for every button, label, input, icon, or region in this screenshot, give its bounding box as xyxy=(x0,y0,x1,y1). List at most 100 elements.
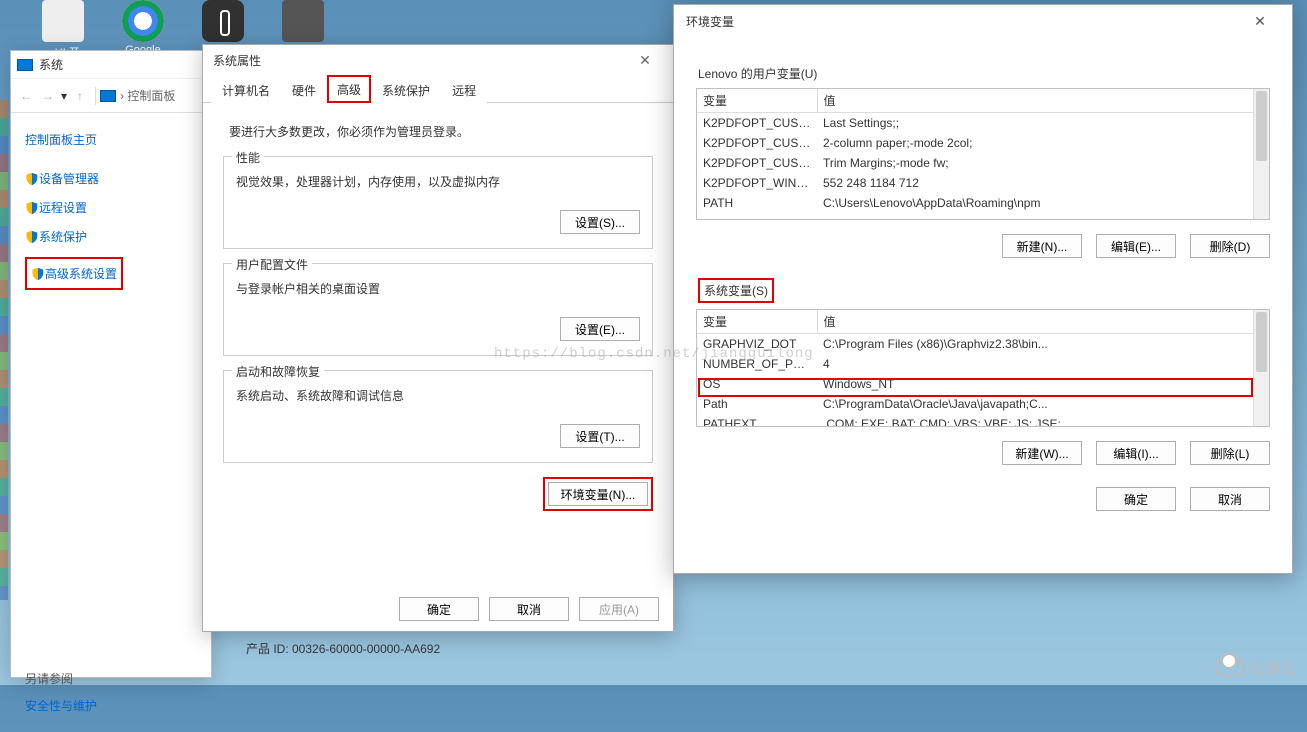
window-title: 系统 xyxy=(39,56,63,73)
tab-computer-name[interactable]: 计算机名 xyxy=(211,76,281,103)
see-also-title: 另请参阅 xyxy=(25,670,197,687)
dialog-title: 环境变量 xyxy=(686,13,734,30)
env-vars-dialog: 环境变量 ✕ Lenovo 的用户变量(U) 变量 值 K2PDFOPT_CUS… xyxy=(673,4,1293,574)
system-properties-dialog: 系统属性 ✕ 计算机名 硬件 高级 系统保护 远程 要进行大多数更改，你必须作为… xyxy=(202,44,674,632)
titlebar[interactable]: 系统属性 ✕ xyxy=(203,45,673,75)
cloud-icon xyxy=(1215,658,1245,676)
tab-advanced[interactable]: 高级 xyxy=(327,75,371,103)
dialog-title: 系统属性 xyxy=(213,52,261,69)
yisu-label: 亿速云 xyxy=(1249,655,1297,679)
titlebar[interactable]: 系统 xyxy=(11,51,211,79)
forward-arrow-icon[interactable]: → xyxy=(37,89,59,103)
app-icon xyxy=(42,0,84,42)
table-row[interactable]: PATHC:\Users\Lenovo\AppData\Roaming\npm xyxy=(697,193,1269,213)
cell-val: C:\Program Files (x86)\Graphviz2.38\bin.… xyxy=(817,334,1269,355)
watermark-text: https://blog.csdn.net/jiangguilong xyxy=(494,346,814,362)
cell-val: C:\ProgramData\Oracle\Java\javapath;C... xyxy=(817,394,1269,414)
fieldset-desc: 系统启动、系统故障和调试信息 xyxy=(236,387,640,404)
sidebar-item-label: 远程设置 xyxy=(39,199,87,216)
explorer-nav: ← → ▾ ↑ › 控制面板 xyxy=(11,79,211,113)
yisu-logo: 亿速云 xyxy=(1215,655,1297,679)
control-panel-home-link[interactable]: 控制面板主页 xyxy=(25,131,197,148)
desktop-left-strip xyxy=(0,100,8,600)
breadcrumb[interactable]: › 控制面板 xyxy=(120,87,175,104)
col-variable[interactable]: 变量 xyxy=(697,310,817,334)
profile-settings-button[interactable]: 设置(E)... xyxy=(560,317,640,341)
security-maintenance-link[interactable]: 安全性与维护 xyxy=(25,697,197,714)
scrollbar[interactable] xyxy=(1253,89,1269,219)
sidebar-item-device-manager[interactable]: 设备管理器 xyxy=(25,170,197,187)
env-button-highlight: 环境变量(N)... xyxy=(543,477,653,511)
startup-fieldset: 启动和故障恢复 系统启动、系统故障和调试信息 设置(T)... xyxy=(223,370,653,463)
sys-delete-button[interactable]: 删除(L) xyxy=(1190,441,1270,465)
fieldset-legend: 用户配置文件 xyxy=(232,256,312,273)
col-variable[interactable]: 变量 xyxy=(697,89,817,113)
cancel-button[interactable]: 取消 xyxy=(489,597,569,621)
control-panel-body: 控制面板主页 设备管理器 远程设置 系统保护 高级系统设置 另请参阅 安全性与维… xyxy=(11,113,211,732)
separator xyxy=(95,87,96,105)
cell-var: K2PDFOPT_CUST... xyxy=(697,113,817,134)
tab-protection[interactable]: 系统保护 xyxy=(371,76,441,103)
sidebar-item-advanced[interactable]: 高级系统设置 xyxy=(25,257,123,290)
cell-val: 552 248 1184 712 xyxy=(817,173,1269,193)
shield-icon xyxy=(25,172,39,186)
system-vars-table[interactable]: 变量 值 GRAPHVIZ_DOTC:\Program Files (x86)\… xyxy=(696,309,1270,427)
product-id: 产品 ID: 00326-60000-00000-AA692 xyxy=(246,640,440,657)
tab-remote[interactable]: 远程 xyxy=(441,76,487,103)
cell-val: C:\Users\Lenovo\AppData\Roaming\npm xyxy=(817,193,1269,213)
tab-strip: 计算机名 硬件 高级 系统保护 远程 xyxy=(203,75,673,103)
fieldset-legend: 启动和故障恢复 xyxy=(232,363,324,380)
table-row[interactable]: K2PDFOPT_CUST...Last Settings;; xyxy=(697,113,1269,134)
startup-settings-button[interactable]: 设置(T)... xyxy=(560,424,640,448)
system-vars-label: 系统变量(S) xyxy=(698,278,774,303)
close-icon[interactable]: ✕ xyxy=(1240,13,1280,30)
picture-icon xyxy=(282,0,324,42)
ok-button[interactable]: 确定 xyxy=(1096,487,1176,511)
up-arrow-icon[interactable]: ↑ xyxy=(69,89,91,103)
table-row[interactable]: K2PDFOPT_CUST...2-column paper;-mode 2co… xyxy=(697,133,1269,153)
table-row[interactable]: K2PDFOPT_CUST...Trim Margins;-mode fw; xyxy=(697,153,1269,173)
history-dropdown-icon[interactable]: ▾ xyxy=(61,89,67,103)
table-row[interactable]: PATHEXT.COM;.EXE;.BAT;.CMD;.VBS;.VBE;.JS… xyxy=(697,414,1269,427)
user-delete-button[interactable]: 删除(D) xyxy=(1190,234,1270,258)
sidebar-item-remote[interactable]: 远程设置 xyxy=(25,199,197,216)
sidebar-item-protection[interactable]: 系统保护 xyxy=(25,228,197,245)
qq-icon xyxy=(202,0,244,42)
tab-hardware[interactable]: 硬件 xyxy=(281,76,327,103)
cell-val: Windows_NT xyxy=(817,374,1269,394)
ok-button[interactable]: 确定 xyxy=(399,597,479,621)
sidebar-item-label: 系统保护 xyxy=(39,228,87,245)
perf-settings-button[interactable]: 设置(S)... xyxy=(560,210,640,234)
user-profile-fieldset: 用户配置文件 与登录帐户相关的桌面设置 设置(E)... xyxy=(223,263,653,356)
dialog-footer: 确定 取消 应用(A) xyxy=(399,597,659,621)
back-arrow-icon[interactable]: ← xyxy=(15,89,37,103)
scrollbar-thumb[interactable] xyxy=(1256,91,1267,161)
cell-val: 4 xyxy=(817,354,1269,374)
titlebar[interactable]: 环境变量 ✕ xyxy=(674,5,1292,37)
scrollbar-thumb[interactable] xyxy=(1256,312,1267,372)
fieldset-desc: 视觉效果，处理器计划，内存使用，以及虚拟内存 xyxy=(236,173,640,190)
sys-edit-button[interactable]: 编辑(I)... xyxy=(1096,441,1176,465)
sidebar-item-label: 设备管理器 xyxy=(39,170,99,187)
fieldset-legend: 性能 xyxy=(232,149,264,166)
user-edit-button[interactable]: 编辑(E)... xyxy=(1096,234,1176,258)
table-row[interactable]: K2PDFOPT_WINP...552 248 1184 712 xyxy=(697,173,1269,193)
user-vars-table[interactable]: 变量 值 K2PDFOPT_CUST...Last Settings;;K2PD… xyxy=(696,88,1270,220)
table-row[interactable]: PathC:\ProgramData\Oracle\Java\javapath;… xyxy=(697,394,1269,414)
fieldset-desc: 与登录帐户相关的桌面设置 xyxy=(236,280,640,297)
sys-new-button[interactable]: 新建(W)... xyxy=(1002,441,1082,465)
control-panel-icon xyxy=(100,90,116,102)
col-value[interactable]: 值 xyxy=(817,89,1269,113)
cancel-button[interactable]: 取消 xyxy=(1190,487,1270,511)
col-value[interactable]: 值 xyxy=(817,310,1269,334)
scrollbar[interactable] xyxy=(1253,310,1269,426)
shield-icon xyxy=(25,201,39,215)
env-vars-button[interactable]: 环境变量(N)... xyxy=(548,482,648,506)
close-icon[interactable]: ✕ xyxy=(627,52,663,69)
user-vars-label: Lenovo 的用户变量(U) xyxy=(698,65,1270,82)
table-row[interactable]: OSWindows_NT xyxy=(697,374,1269,394)
apply-button[interactable]: 应用(A) xyxy=(579,597,659,621)
cell-var: PATH xyxy=(697,193,817,213)
user-new-button[interactable]: 新建(N)... xyxy=(1002,234,1082,258)
control-panel-window: 系统 ← → ▾ ↑ › 控制面板 控制面板主页 设备管理器 远程设置 系统保护… xyxy=(10,50,212,678)
